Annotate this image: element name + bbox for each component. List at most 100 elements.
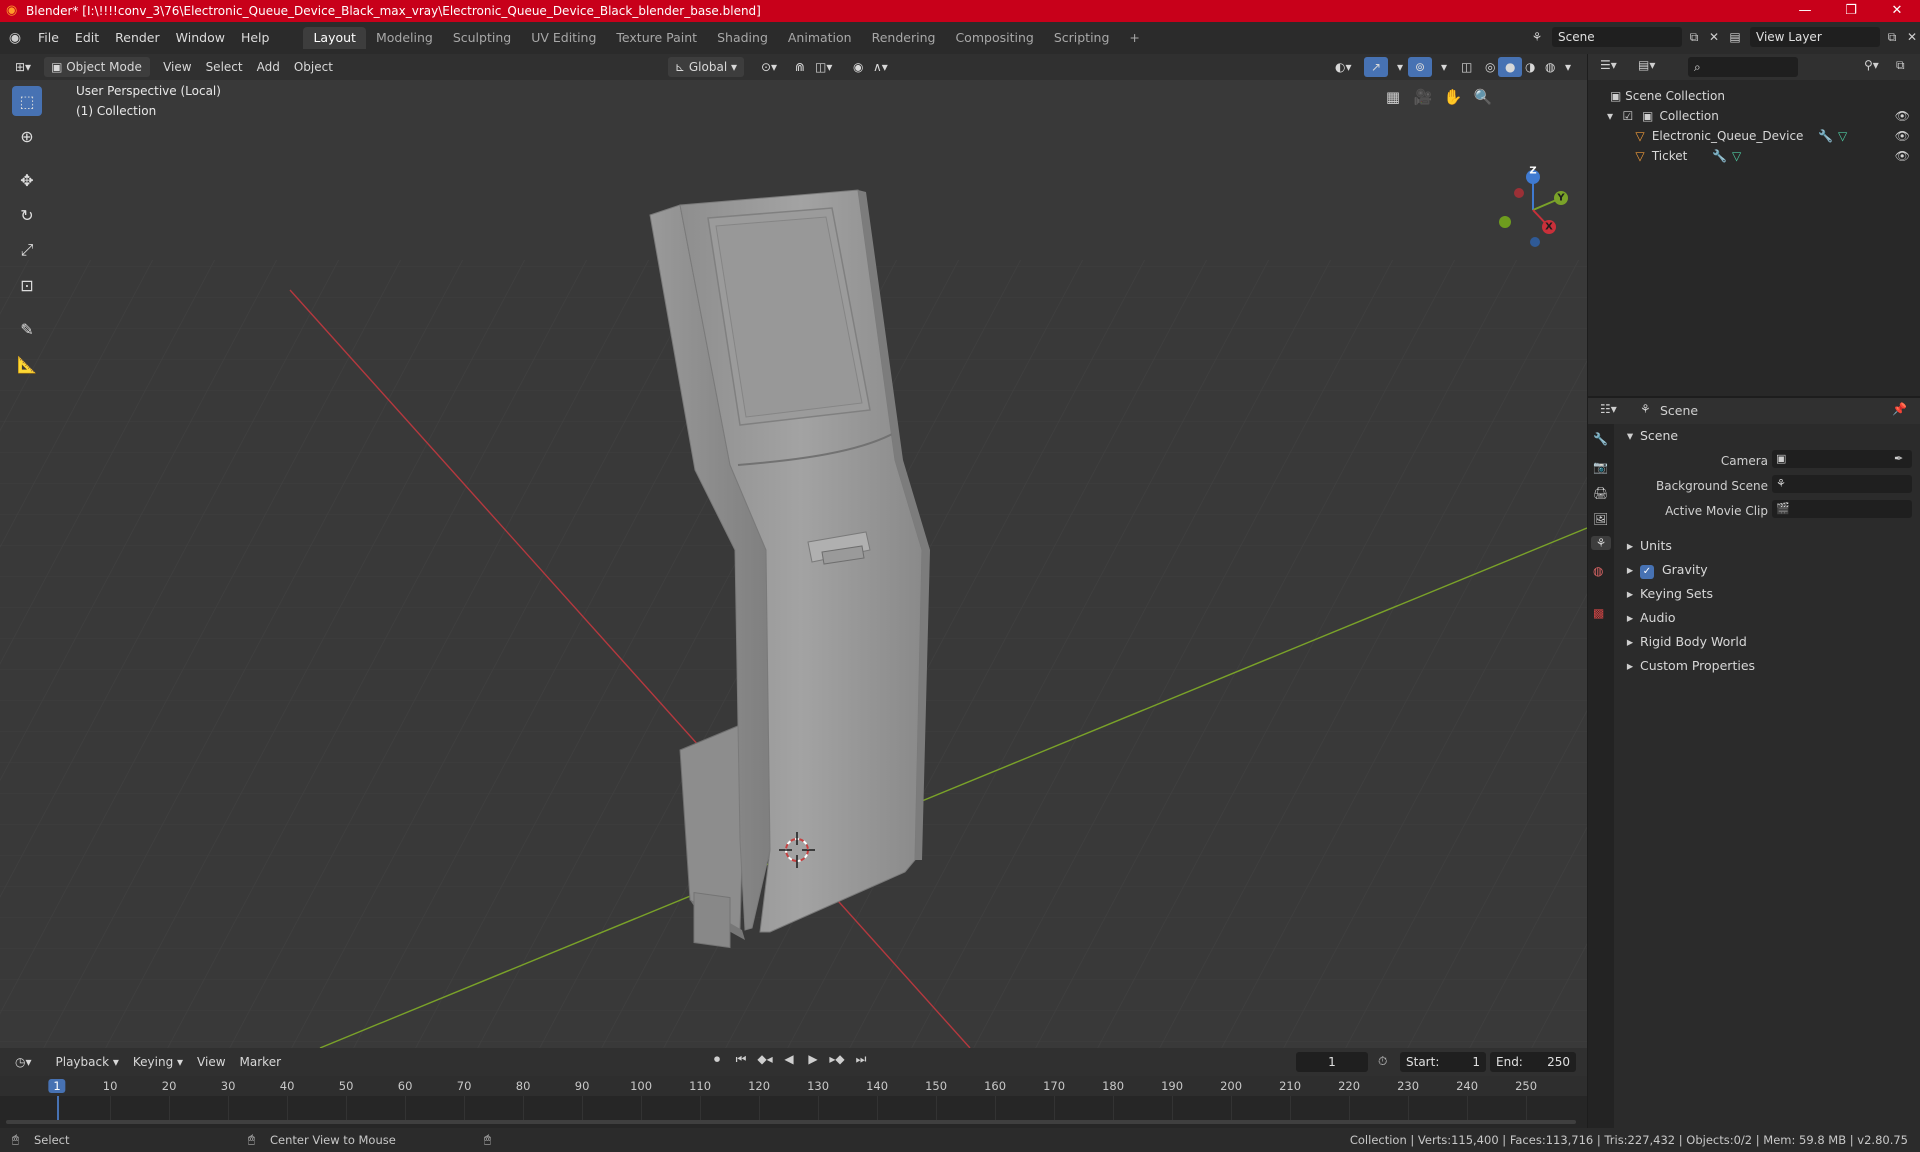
scene-section-header[interactable]: ▾ Scene <box>1624 424 1914 448</box>
falloff-icon[interactable]: ∧▾ <box>866 57 895 77</box>
menu-file[interactable]: File <box>30 27 67 49</box>
display-mode-icon[interactable]: ▤▾ <box>1638 58 1655 72</box>
tab-texture-paint[interactable]: Texture Paint <box>606 27 707 49</box>
current-frame-field[interactable]: 1 <box>1296 1052 1368 1072</box>
camera-view-icon[interactable]: 🎥 <box>1411 88 1435 106</box>
units-panel[interactable]: ▸ Units <box>1624 534 1672 558</box>
select-box-tool-icon[interactable]: ⬚ <box>12 86 42 116</box>
tab-compositing[interactable]: Compositing <box>945 27 1043 49</box>
timeline-menu-keying[interactable]: Keying ▾ <box>126 1052 190 1072</box>
minimize-button[interactable]: — <box>1782 0 1828 22</box>
pan-view-icon[interactable]: ✋ <box>1441 88 1465 106</box>
delete-view-layer-icon[interactable]: ✕ <box>1904 30 1920 44</box>
output-tab-icon[interactable]: 🖨 <box>1593 486 1608 500</box>
record-icon[interactable]: ⏺ <box>708 1052 726 1067</box>
outliner-search-input[interactable]: ⌕ <box>1688 57 1798 77</box>
active-movie-clip-field[interactable] <box>1772 500 1912 518</box>
jump-start-icon[interactable]: ⏮ <box>732 1052 750 1067</box>
scene-name-field[interactable]: Scene <box>1552 27 1682 47</box>
cursor-tool-icon[interactable]: ⊕ <box>12 121 42 151</box>
navigation-gizmo[interactable] <box>1499 170 1568 247</box>
timeline-body[interactable]: 1 10 20 30 40 50 60 70 80 90 100 110 120 130 140 150 160… <box>0 1076 1587 1128</box>
keying-sets-panel[interactable]: ▸ Keying Sets <box>1624 582 1713 606</box>
background-scene-field[interactable] <box>1772 475 1912 493</box>
menu-window[interactable]: Window <box>168 27 233 49</box>
start-frame-field[interactable]: Start: 1 <box>1400 1052 1486 1072</box>
gravity-checkbox[interactable]: ✓ <box>1639 565 1654 579</box>
object-visibility-icon[interactable]: 👁 <box>1895 126 1910 146</box>
custom-properties-panel[interactable]: ▸ Custom Properties <box>1624 654 1755 678</box>
xray-icon[interactable]: ◫ <box>1454 57 1479 77</box>
menu-help[interactable]: Help <box>233 27 278 49</box>
gravity-panel[interactable]: ▸ ✓ Gravity <box>1624 558 1708 582</box>
delete-scene-icon[interactable]: ✕ <box>1706 30 1722 44</box>
expand-collection-icon[interactable]: ▾ <box>1604 106 1616 126</box>
jump-end-icon[interactable]: ⏭ <box>852 1052 870 1067</box>
transform-orientation-dropdown[interactable]: ⊾ Global ▾ <box>668 57 744 77</box>
rigid-body-world-panel[interactable]: ▸ Rigid Body World <box>1624 630 1747 654</box>
outliner-item-electronic-queue-device[interactable]: ▽ Electronic_Queue_Device 🔧 ▽ 👁 <box>1632 126 1916 146</box>
overlay-toggle-icon[interactable]: ⊚ <box>1408 57 1433 77</box>
scale-tool-icon[interactable]: ⤢ <box>12 235 42 265</box>
transform-tool-icon[interactable]: ⊡ <box>12 270 42 300</box>
eyedropper-icon[interactable]: ✒ <box>1894 452 1903 465</box>
gizmo-toggle-icon[interactable]: ↗ <box>1364 57 1389 77</box>
timeline-editor-type-icon[interactable]: ◷▾ <box>8 1052 39 1072</box>
new-view-layer-icon[interactable]: ⧉ <box>1884 30 1900 45</box>
annotate-tool-icon[interactable]: ✎ <box>12 314 42 344</box>
add-workspace-button[interactable]: + <box>1119 27 1149 49</box>
tab-uv-editing[interactable]: UV Editing <box>521 27 606 49</box>
viewport-menu-add[interactable]: Add <box>250 57 287 77</box>
outliner-scene-collection[interactable]: ▣ Scene Collection <box>1610 86 1725 106</box>
toggle-perspective-icon[interactable]: ▦ <box>1381 88 1405 106</box>
view-layer-name-field[interactable]: View Layer <box>1750 27 1880 47</box>
modifier-icon[interactable]: 🔧 <box>1712 146 1727 166</box>
3d-viewport[interactable]: Z Y X User Perspective (Local) (1) Colle… <box>0 80 1587 1048</box>
tab-scripting[interactable]: Scripting <box>1044 27 1120 49</box>
tab-rendering[interactable]: Rendering <box>862 27 946 49</box>
close-button[interactable]: ✕ <box>1874 0 1920 22</box>
viewport-menu-view[interactable]: View <box>156 57 198 77</box>
timeline-menu-view[interactable]: View <box>190 1052 232 1072</box>
play-reverse-icon[interactable]: ◀ <box>780 1052 798 1067</box>
viewport-menu-object[interactable]: Object <box>287 57 340 77</box>
tool-tab-icon[interactable]: 🔧 <box>1593 432 1608 446</box>
collection-visibility-icon[interactable]: 👁 <box>1895 106 1910 126</box>
collection-checkbox-icon[interactable]: ☑ <box>1620 106 1636 126</box>
tab-shading[interactable]: Shading <box>707 27 778 49</box>
visibility-icon[interactable]: ◐▾ <box>1328 57 1359 77</box>
menu-edit[interactable]: Edit <box>67 27 107 49</box>
outliner-collection-row[interactable]: ▾ ☑ ▣ Collection 👁 <box>1604 106 1916 126</box>
render-tab-icon[interactable]: 📷 <box>1593 460 1608 474</box>
timeline-menu-marker[interactable]: Marker <box>233 1052 288 1072</box>
preview-range-icon[interactable]: ⏱ <box>1378 1054 1387 1069</box>
blender-menu-icon[interactable]: ◉ <box>0 30 30 46</box>
snap-target-icon[interactable]: ◫▾ <box>808 57 839 77</box>
end-frame-field[interactable]: End: 250 <box>1490 1052 1576 1072</box>
tab-modeling[interactable]: Modeling <box>366 27 443 49</box>
camera-field[interactable] <box>1772 450 1912 468</box>
next-keyframe-icon[interactable]: ▸◆ <box>828 1052 846 1067</box>
editor-type-icon[interactable]: ⊞▾ <box>8 57 38 77</box>
tab-animation[interactable]: Animation <box>778 27 862 49</box>
outliner-editor-type-icon[interactable]: ☰▾ <box>1600 58 1617 72</box>
zoom-view-icon[interactable]: 🔍 <box>1471 88 1495 106</box>
maximize-button[interactable]: ❐ <box>1828 0 1874 22</box>
scene-tab-button[interactable]: ⚘ <box>1591 536 1611 550</box>
timeline-scrollbar[interactable] <box>6 1120 1576 1124</box>
overlay-dropdown-icon[interactable]: ▾ <box>1434 57 1454 77</box>
filter-icon[interactable]: ⚲▾ <box>1864 58 1879 72</box>
properties-editor-type-icon[interactable]: ☷▾ <box>1600 402 1617 416</box>
shading-dropdown-icon[interactable]: ▾ <box>1558 57 1578 77</box>
measure-tool-icon[interactable]: 📐 <box>12 349 42 379</box>
rotate-tool-icon[interactable]: ↻ <box>12 200 42 230</box>
viewport-menu-select[interactable]: Select <box>199 57 250 77</box>
new-collection-icon[interactable]: ⧉ <box>1896 58 1905 73</box>
audio-panel[interactable]: ▸ Audio <box>1624 606 1676 630</box>
timeline-menu-playback[interactable]: Playback ▾ <box>49 1052 126 1072</box>
tab-layout[interactable]: Layout <box>303 27 366 49</box>
mode-dropdown[interactable]: ▣ Object Mode ▾ <box>44 57 151 94</box>
pivot-point-icon[interactable]: ⊙▾ <box>754 57 784 77</box>
pin-icon[interactable]: 📌 <box>1892 402 1907 416</box>
mesh-data-icon[interactable]: ▽ <box>1732 146 1741 166</box>
